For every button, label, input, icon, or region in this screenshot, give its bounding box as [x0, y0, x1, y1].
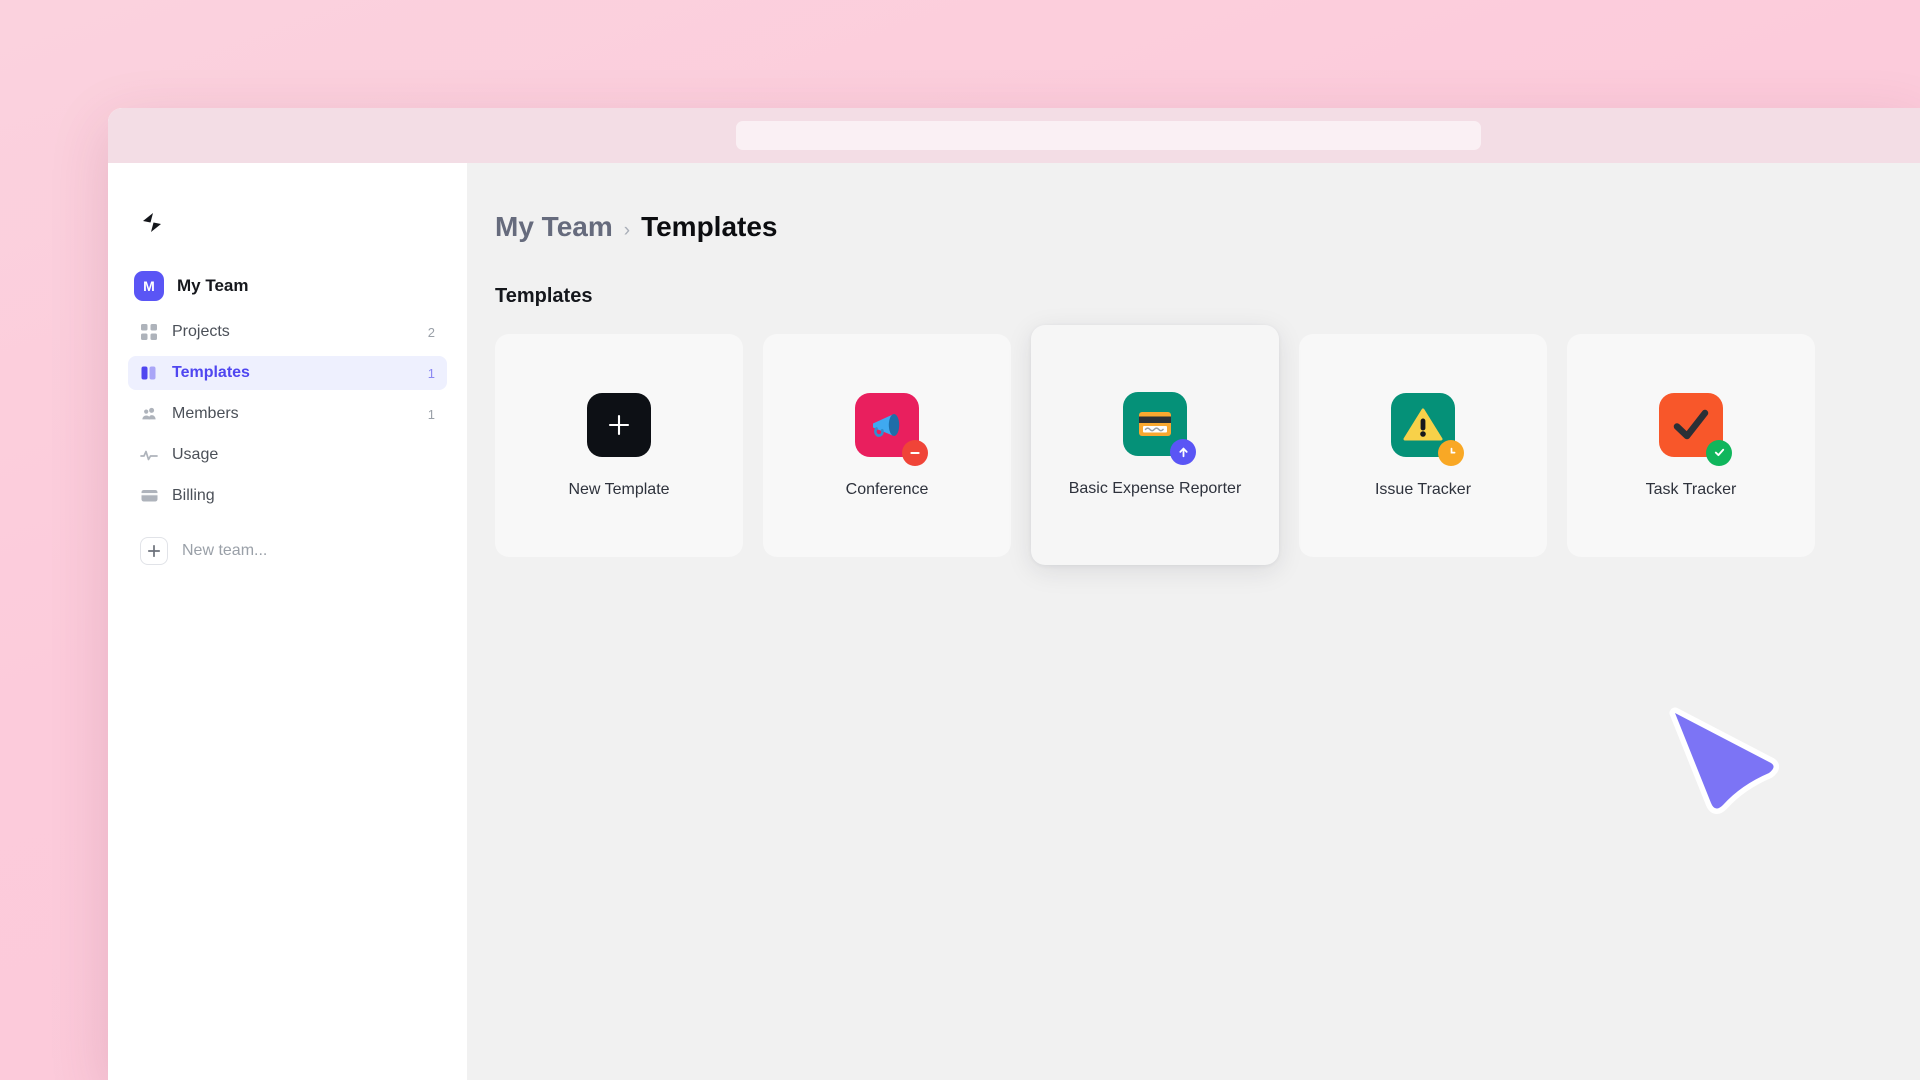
- template-card-issue-tracker[interactable]: Issue Tracker: [1299, 334, 1547, 557]
- tile-wrap: [855, 392, 928, 466]
- plus-icon[interactable]: [140, 537, 168, 565]
- mouse-pointer: [1663, 705, 1783, 815]
- sidebar-item-label: Usage: [172, 446, 219, 463]
- template-card-new[interactable]: New Template: [495, 334, 743, 557]
- sidebar-item-label: Members: [172, 405, 239, 422]
- sidebar-item-projects[interactable]: Projects 2: [128, 315, 447, 349]
- browser-chrome: [108, 108, 1920, 163]
- app-body: M My Team Projects 2 Templates 1 Members…: [108, 163, 1920, 1080]
- grid-icon: [140, 323, 158, 341]
- templates-grid: New Template Conference Basic Expense Re…: [495, 325, 1920, 565]
- template-card-label: Issue Tracker: [1374, 480, 1472, 498]
- sidebar-item-count: 1: [427, 365, 435, 381]
- tile-wrap: [1659, 392, 1732, 466]
- browser-window: M My Team Projects 2 Templates 1 Members…: [108, 108, 1920, 1080]
- template-card-task-tracker[interactable]: Task Tracker: [1567, 334, 1815, 557]
- team-header[interactable]: M My Team: [134, 271, 467, 301]
- plus-tile-icon: [587, 392, 651, 457]
- main-content: My Team › Templates Templates New Templa…: [467, 163, 1920, 1080]
- template-card-conference[interactable]: Conference: [763, 334, 1011, 557]
- sidebar: M My Team Projects 2 Templates 1 Members…: [108, 163, 467, 1080]
- tile-wrap: [1391, 392, 1464, 466]
- upload-badge: [1170, 439, 1196, 465]
- sidebar-item-templates[interactable]: Templates 1: [128, 356, 447, 390]
- new-team-label: New team...: [182, 542, 268, 559]
- pulse-icon: [140, 446, 158, 464]
- sidebar-item-label: Templates: [172, 364, 250, 381]
- sidebar-item-label: Billing: [172, 487, 215, 504]
- url-bar[interactable]: [736, 121, 1481, 150]
- template-card-basic-expense-reporter[interactable]: Basic Expense Reporter: [1031, 325, 1279, 565]
- check-badge: [1706, 439, 1732, 466]
- chevron-right-icon: ›: [623, 220, 631, 241]
- sidebar-item-billing[interactable]: Billing: [128, 479, 447, 513]
- spark-logo[interactable]: [135, 207, 169, 241]
- breadcrumb: My Team › Templates: [495, 211, 1920, 243]
- sidebar-item-count: 1: [427, 406, 435, 422]
- tile-wrap: [1123, 392, 1196, 465]
- template-card-label: Basic Expense Reporter: [1068, 480, 1242, 497]
- template-card-label: Conference: [845, 480, 929, 498]
- breadcrumb-team[interactable]: My Team: [495, 211, 613, 243]
- columns-icon: [140, 364, 158, 382]
- template-card-label: Task Tracker: [1645, 480, 1737, 498]
- template-card-label: New Template: [568, 480, 670, 498]
- people-icon: [140, 405, 158, 423]
- sidebar-item-usage[interactable]: Usage: [128, 438, 447, 472]
- minus-badge: [902, 439, 928, 466]
- avatar: M: [134, 271, 164, 301]
- sidebar-item-members[interactable]: Members 1: [128, 397, 447, 431]
- page-title: Templates: [495, 285, 593, 307]
- new-team-row[interactable]: New team...: [140, 537, 467, 565]
- tile-wrap: [587, 392, 651, 457]
- team-name: My Team: [177, 276, 249, 295]
- clock-badge: [1438, 439, 1464, 466]
- breadcrumb-current: Templates: [641, 211, 778, 242]
- sidebar-item-count: 2: [427, 324, 435, 340]
- sidebar-item-label: Projects: [172, 323, 230, 340]
- card-icon: [140, 487, 158, 505]
- sidebar-nav: Projects 2 Templates 1 Members 1 Usage B…: [108, 315, 467, 513]
